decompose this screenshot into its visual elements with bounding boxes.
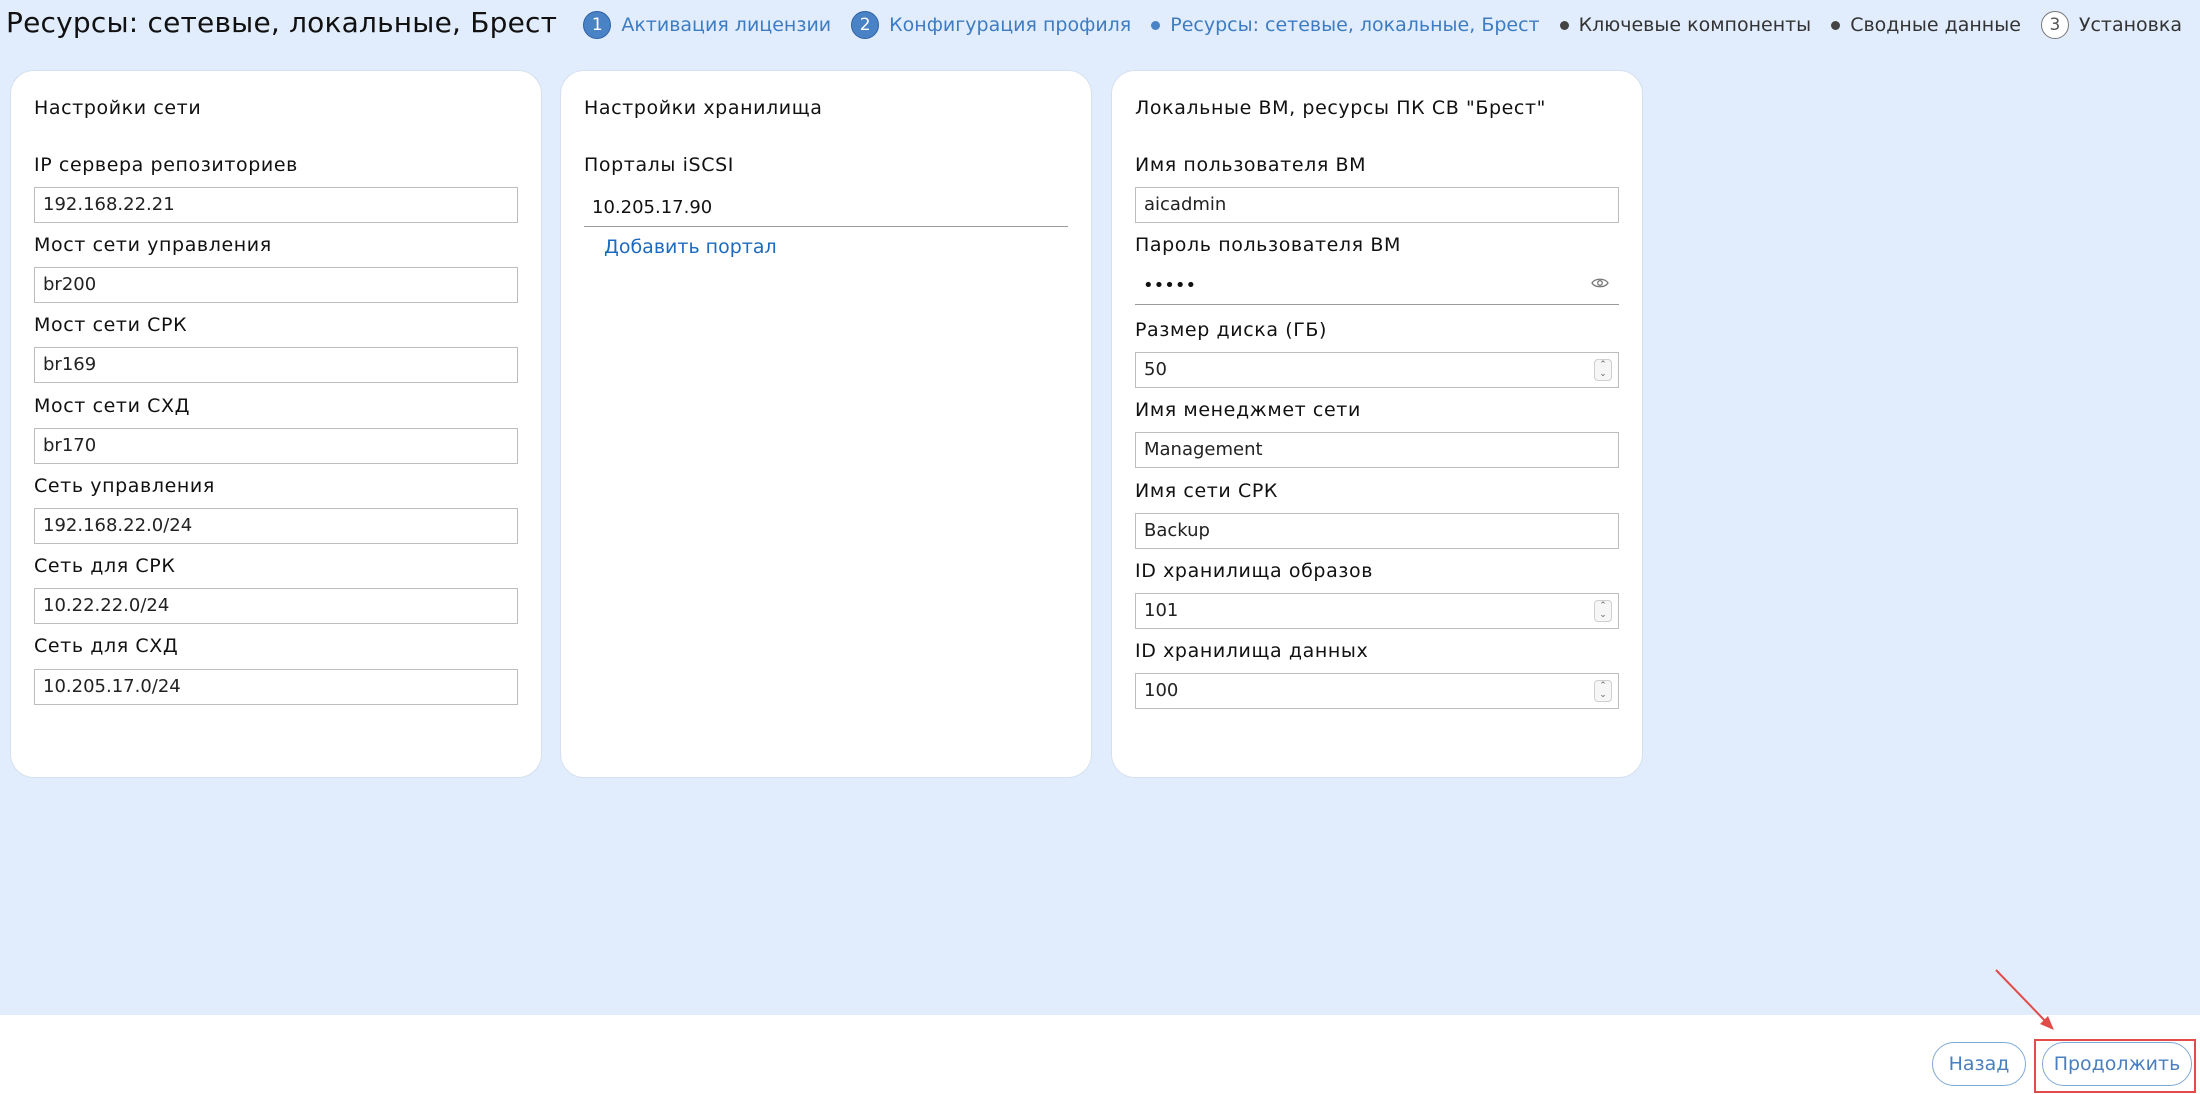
card-title: Локальные ВМ, ресурсы ПК СВ "Брест"	[1135, 97, 1546, 119]
iscsi-portal-input[interactable]: 10.205.17.90	[584, 187, 1068, 227]
data-store-id-input[interactable]: 100 ⌃ ⌄	[1135, 673, 1619, 709]
vm-username-input[interactable]: aicadmin	[1135, 187, 1619, 223]
local-vm-card: Локальные ВМ, ресурсы ПК СВ "Брест" Имя …	[1111, 70, 1643, 778]
password-mask: •••••	[1143, 275, 1197, 296]
data-store-id-value: 100	[1144, 680, 1179, 701]
field-label: Сеть управления	[34, 475, 215, 497]
mgmt-bridge-input[interactable]: br200	[34, 267, 518, 303]
field-label: Сеть для СРК	[34, 555, 176, 577]
wizard-stepper: 1 Активация лицензии 2 Конфигурация проф…	[583, 10, 2182, 40]
shd-bridge-input[interactable]: br170	[34, 428, 518, 464]
step-number-circle: 1	[583, 11, 612, 39]
card-title: Настройки сети	[34, 97, 202, 119]
field-label: Имя сети СРК	[1135, 480, 1279, 502]
number-stepper[interactable]: ⌃ ⌄	[1594, 680, 1612, 702]
field-label: Размер диска (ГБ)	[1135, 319, 1328, 341]
disk-size-value: 50	[1144, 359, 1167, 380]
step-label: Сводные данные	[1850, 14, 2021, 36]
field-label: Имя менеджмет сети	[1135, 399, 1361, 421]
mgmt-network-input[interactable]: 192.168.22.0/24	[34, 508, 518, 544]
chevron-down-icon[interactable]: ⌄	[1599, 370, 1607, 379]
main-area: Ресурсы: сетевые, локальные, Брест 1 Акт…	[0, 0, 2200, 1015]
image-store-id-value: 101	[1144, 600, 1179, 621]
step-dot-icon	[1831, 20, 1841, 30]
step-label: Ключевые компоненты	[1578, 14, 1812, 36]
field-label: Сеть для СХД	[34, 635, 179, 657]
field-label: ID хранилища образов	[1135, 560, 1374, 582]
back-button[interactable]: Назад	[1932, 1042, 2026, 1086]
mgmt-net-name-input[interactable]: Management	[1135, 432, 1619, 468]
step-installation[interactable]: 3 Установка	[2040, 11, 2182, 39]
srk-network-input[interactable]: 10.22.22.0/24	[34, 588, 518, 624]
footer-bar: Назад Продолжить	[0, 1015, 2200, 1094]
step-number-circle: 3	[2040, 11, 2069, 39]
vm-password-input[interactable]: •••••	[1135, 265, 1619, 305]
chevron-down-icon[interactable]: ⌄	[1599, 691, 1607, 700]
image-store-id-input[interactable]: 101 ⌃ ⌄	[1135, 593, 1619, 629]
chevron-down-icon[interactable]: ⌄	[1599, 611, 1607, 620]
repo-server-ip-input[interactable]: 192.168.22.21	[34, 187, 518, 223]
field-label: Порталы iSCSI	[584, 154, 734, 176]
disk-size-input[interactable]: 50 ⌃ ⌄	[1135, 352, 1619, 388]
highlight-box	[2034, 1039, 2196, 1093]
card-title: Настройки хранилища	[584, 97, 823, 119]
step-resources[interactable]: Ресурсы: сетевые, локальные, Брест	[1151, 14, 1540, 36]
storage-settings-card: Настройки хранилища Порталы iSCSI 10.205…	[560, 70, 1092, 778]
number-stepper[interactable]: ⌃ ⌄	[1594, 359, 1612, 381]
field-label: IP сервера репозиториев	[34, 154, 298, 176]
field-label: Пароль пользователя ВМ	[1135, 234, 1401, 256]
step-summary[interactable]: Сводные данные	[1831, 14, 2021, 36]
field-label: Мост сети управления	[34, 234, 272, 256]
step-label: Ресурсы: сетевые, локальные, Брест	[1170, 14, 1540, 36]
srk-bridge-input[interactable]: br169	[34, 347, 518, 383]
srk-net-name-input[interactable]: Backup	[1135, 513, 1619, 549]
step-label: Установка	[2078, 14, 2182, 36]
step-label: Активация лицензии	[621, 14, 832, 36]
shd-network-input[interactable]: 10.205.17.0/24	[34, 669, 518, 705]
arrow-annotation-icon	[1995, 969, 2054, 1030]
add-portal-link[interactable]: Добавить портал	[604, 236, 777, 258]
eye-icon[interactable]	[1591, 277, 1609, 289]
field-label: Мост сети СРК	[34, 314, 188, 336]
step-dot-icon	[1151, 20, 1161, 30]
page-title: Ресурсы: сетевые, локальные, Брест	[6, 6, 558, 39]
step-label: Конфигурация профиля	[889, 14, 1132, 36]
field-label: ID хранилища данных	[1135, 640, 1369, 662]
step-license-activation[interactable]: 1 Активация лицензии	[583, 11, 831, 39]
field-label: Имя пользователя ВМ	[1135, 154, 1367, 176]
step-key-components[interactable]: Ключевые компоненты	[1559, 14, 1812, 36]
step-dot-icon	[1559, 20, 1569, 30]
step-number-circle: 2	[851, 11, 880, 39]
network-settings-card: Настройки сети IP сервера репозиториев 1…	[10, 70, 542, 778]
field-label: Мост сети СХД	[34, 395, 191, 417]
step-profile-configuration[interactable]: 2 Конфигурация профиля	[851, 11, 1131, 39]
number-stepper[interactable]: ⌃ ⌄	[1594, 600, 1612, 622]
